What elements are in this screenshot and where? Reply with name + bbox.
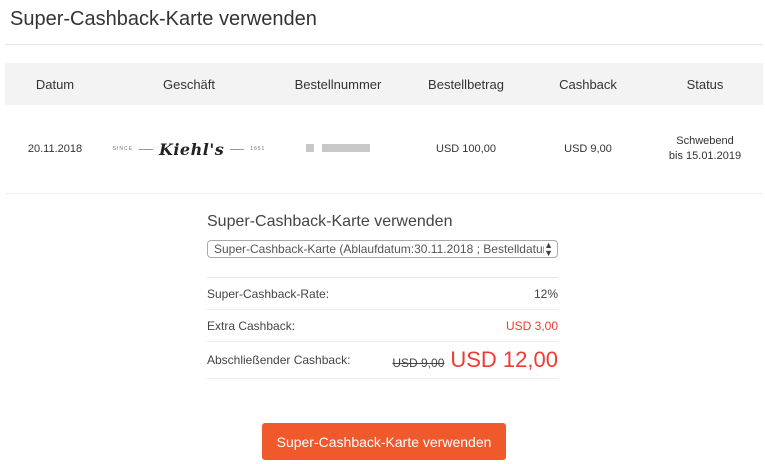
mask-block bbox=[306, 144, 314, 152]
table-header: Datum Geschäft Bestellnummer Bestellbetr… bbox=[5, 63, 763, 105]
panel-title: Super-Cashback-Karte verwenden bbox=[207, 213, 453, 230]
final-cashback-row: Abschließender Cashback: USD 9,00 USD 12… bbox=[207, 342, 558, 379]
column-header-order-amount: Bestellbetrag bbox=[428, 76, 504, 92]
column-header-date: Datum bbox=[35, 76, 75, 92]
rate-value: 12% bbox=[533, 286, 558, 301]
use-card-button[interactable]: Super-Cashback-Karte verwenden bbox=[262, 423, 506, 460]
final-cashback-label: Abschließender Cashback: bbox=[207, 353, 351, 367]
select-arrows-icon: ▲ ▼ bbox=[544, 240, 553, 258]
order-cashback: USD 9,00 bbox=[564, 143, 612, 155]
extra-cashback-row: Extra Cashback: USD 3,00 bbox=[207, 310, 558, 342]
use-card-panel: Super-Cashback-Karte verwenden Super-Cas… bbox=[207, 213, 558, 379]
order-date: 20.11.2018 bbox=[27, 143, 83, 155]
store-logo-since: SINCE bbox=[112, 146, 133, 152]
rate-label: Super-Cashback-Rate: bbox=[207, 286, 330, 301]
final-cashback-new: USD 12,00 bbox=[450, 347, 558, 372]
column-header-order-number: Bestellnummer bbox=[294, 76, 382, 92]
logo-rule-right bbox=[230, 148, 245, 150]
page-title: Super-Cashback-Karte verwenden bbox=[10, 8, 317, 30]
title-divider bbox=[5, 44, 763, 45]
store-logo-wordmark: Kiehl's bbox=[158, 139, 225, 159]
status-text: Schwebend bbox=[676, 135, 734, 147]
final-cashback-values: USD 9,00 USD 12,00 bbox=[392, 347, 558, 373]
column-header-cashback: Cashback bbox=[559, 76, 617, 92]
rate-row: Super-Cashback-Rate: 12% bbox=[207, 278, 558, 310]
extra-cashback-label: Extra Cashback: bbox=[207, 318, 296, 333]
order-number-masked bbox=[273, 143, 403, 155]
masked-order-number bbox=[306, 144, 370, 152]
card-select-value: Super-Cashback-Karte (Ablaufdatum:30.11.… bbox=[214, 242, 545, 256]
table-row: 20.11.2018 SINCE Kiehl's 1851 USD 100,00… bbox=[5, 105, 763, 194]
status-date: bis 15.01.2019 bbox=[668, 150, 742, 162]
cashback-table: Datum Geschäft Bestellnummer Bestellbetr… bbox=[5, 63, 763, 194]
mask-block bbox=[322, 144, 370, 152]
card-select[interactable]: Super-Cashback-Karte (Ablaufdatum:30.11.… bbox=[207, 240, 558, 258]
store-logo: SINCE Kiehl's 1851 bbox=[113, 140, 266, 159]
column-header-status: Status bbox=[686, 76, 724, 92]
extra-cashback-value: USD 3,00 bbox=[505, 318, 558, 333]
order-status: Schwebend bis 15.01.2019 bbox=[647, 134, 763, 164]
store-cell: SINCE Kiehl's 1851 bbox=[105, 140, 273, 159]
order-amount: USD 100,00 bbox=[436, 143, 496, 155]
logo-rule-left bbox=[138, 148, 153, 150]
column-header-store: Geschäft bbox=[162, 76, 216, 92]
store-logo-year: 1851 bbox=[250, 146, 266, 152]
final-cashback-old: USD 9,00 bbox=[392, 356, 445, 370]
